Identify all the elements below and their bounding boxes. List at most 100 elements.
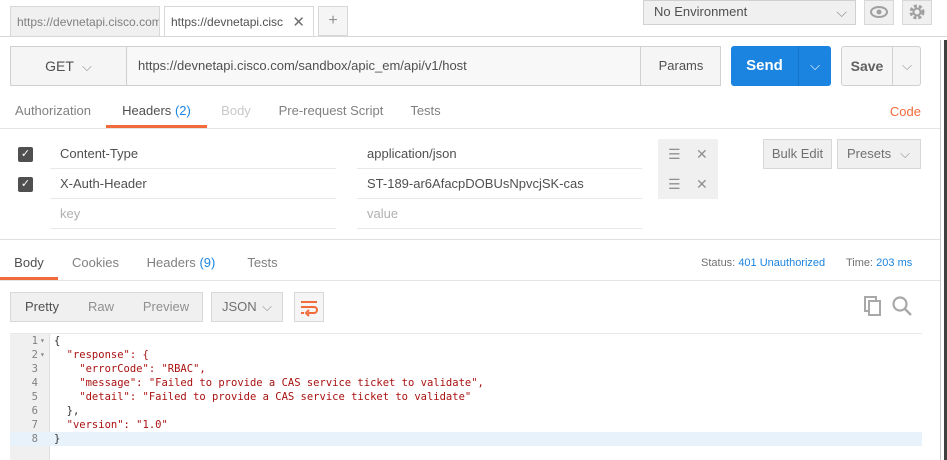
fold-toggle-icon[interactable]: ▾	[40, 334, 45, 348]
line-number: 6	[31, 405, 38, 417]
code-line: 5 "detail": "Failed to provide a CAS ser…	[10, 390, 922, 404]
line-number: 7	[31, 419, 38, 431]
line-text: },	[54, 405, 80, 417]
status-value: 401 Unauthorized	[738, 257, 826, 269]
wrap-lines-icon[interactable]	[294, 292, 324, 322]
status-label: Status:	[701, 257, 736, 269]
header-value-placeholder[interactable]: value	[357, 199, 642, 229]
line-number: 4	[31, 377, 38, 389]
tab-response-tests[interactable]: Tests	[246, 248, 279, 280]
divider	[0, 36, 947, 37]
request-tab-label: https://devnetapi.cisco.com	[171, 14, 283, 29]
bulk-edit-button[interactable]: Bulk Edit	[763, 139, 832, 169]
view-preview-button[interactable]: Preview	[129, 293, 203, 321]
fold-toggle-icon[interactable]: ▾	[40, 348, 45, 362]
environment-select-value: No Environment	[654, 4, 748, 19]
line-text: "errorCode": "RBAC",	[54, 363, 206, 375]
request-tab-active[interactable]: https://devnetapi.cisco.com ✕	[164, 6, 314, 36]
chevron-down-icon: ⌵	[900, 146, 910, 161]
line-number: 8	[31, 433, 38, 445]
time-value: 203 ms	[876, 257, 913, 269]
save-button[interactable]: Save	[842, 47, 892, 85]
row-tools: ☰ ✕	[658, 139, 718, 169]
delete-icon[interactable]: ✕	[696, 139, 708, 169]
line-text: }	[54, 433, 61, 445]
search-icon[interactable]	[891, 295, 913, 317]
header-key-input[interactable]: X-Auth-Header	[50, 169, 336, 199]
response-status: Status: 401 Unauthorized	[701, 248, 825, 278]
header-row: ✓ X-Auth-Header ST-189-ar6AfacpDOBUsNpvc…	[0, 169, 740, 199]
chevron-down-icon[interactable]: ⌵	[893, 47, 921, 85]
tab-label: Tests	[247, 255, 278, 270]
code-line: 4 "message": "Failed to provide a CAS se…	[10, 376, 922, 390]
line-text: "response": {	[54, 349, 149, 361]
tab-tests[interactable]: Tests	[409, 96, 442, 128]
header-value-input[interactable]: application/json	[357, 139, 642, 169]
response-body-editor[interactable]: 1 ▾ { 2 ▾ "response": { 3 "errorCode": "…	[10, 333, 922, 460]
line-number: 5	[31, 391, 38, 403]
code-line-current: 8 }	[10, 432, 922, 446]
send-button-group: Send ⌵	[731, 46, 831, 86]
view-raw-button[interactable]: Raw	[73, 293, 129, 321]
tab-response-body[interactable]: Body	[0, 248, 58, 280]
environment-select[interactable]: No Environment ⌵	[643, 0, 856, 25]
tab-label: Body	[14, 255, 44, 270]
divider	[0, 239, 947, 240]
url-input[interactable]: https://devnetapi.cisco.com/sandbox/apic…	[128, 47, 640, 85]
tab-headers[interactable]: Headers (2)	[106, 96, 207, 128]
line-text: "detail": "Failed to provide a CAS servi…	[54, 391, 472, 403]
chevron-down-icon[interactable]: ⌵	[799, 46, 831, 86]
tab-label: Body	[221, 103, 251, 118]
language-value: JSON	[222, 299, 257, 314]
close-icon[interactable]: ✕	[292, 13, 305, 31]
view-pretty-button[interactable]: Pretty	[11, 293, 73, 321]
time-label: Time:	[846, 257, 874, 269]
response-tabs: Body Cookies Headers (9) Tests Status: 4…	[0, 248, 947, 280]
code-link[interactable]: Code	[890, 96, 921, 128]
send-button[interactable]: Send	[731, 46, 798, 86]
drag-handle-icon[interactable]: ☰	[668, 139, 681, 169]
tab-label: Cookies	[72, 255, 119, 270]
plus-icon[interactable]: +	[318, 6, 348, 36]
code-line: 6 },	[10, 404, 922, 418]
header-row-new: key value	[0, 199, 740, 229]
line-number: 1	[31, 335, 38, 347]
header-row: ✓ Content-Type application/json ☰ ✕	[0, 139, 740, 169]
tab-label: Tests	[410, 103, 441, 118]
tab-label: Authorization	[15, 103, 91, 118]
checkbox-checked-icon[interactable]: ✓	[18, 147, 33, 162]
divider	[0, 128, 947, 129]
tab-body[interactable]: Body	[220, 96, 252, 128]
chevron-down-icon: ⌵	[262, 299, 272, 314]
tab-count: (9)	[199, 255, 216, 270]
eye-icon[interactable]	[864, 0, 894, 25]
tab-response-headers[interactable]: Headers (9)	[146, 248, 216, 280]
language-select[interactable]: JSON ⌵	[211, 292, 283, 322]
header-key-placeholder[interactable]: key	[50, 199, 336, 229]
drag-handle-icon[interactable]: ☰	[668, 169, 681, 199]
code-line: 3 "errorCode": "RBAC",	[10, 362, 922, 376]
gear-icon[interactable]	[902, 0, 932, 25]
presets-dropdown[interactable]: Presets ⌵	[837, 139, 921, 169]
tab-label: Headers	[146, 255, 196, 270]
params-button[interactable]: Params	[640, 47, 721, 85]
delete-icon[interactable]: ✕	[696, 169, 708, 199]
save-button-group: Save ⌵	[841, 46, 921, 86]
row-tools: ☰ ✕	[658, 169, 718, 199]
request-tab[interactable]: https://devnetapi.cisco.com	[10, 6, 160, 36]
tab-pre-request-script[interactable]: Pre-request Script	[278, 96, 384, 128]
presets-label: Presets	[847, 146, 892, 161]
chevron-down-icon: ⌵	[836, 4, 847, 20]
header-value-input[interactable]: ST-189-ar6AfacpDOBUsNpvcjSK-cas	[357, 169, 642, 199]
tab-label: Headers	[122, 103, 172, 118]
method-select[interactable]: GET ⌵	[11, 47, 127, 85]
copy-icon[interactable]	[862, 295, 884, 317]
divider	[0, 280, 947, 281]
tab-authorization[interactable]: Authorization	[14, 96, 92, 128]
header-key-input[interactable]: Content-Type	[50, 139, 336, 169]
tab-cookies[interactable]: Cookies	[72, 248, 119, 280]
line-text: "version": "1.0"	[54, 419, 168, 431]
tab-label: Pre-request Script	[278, 103, 384, 118]
request-tab-label: https://devnetapi.cisco.com	[17, 14, 160, 29]
checkbox-checked-icon[interactable]: ✓	[18, 177, 33, 192]
